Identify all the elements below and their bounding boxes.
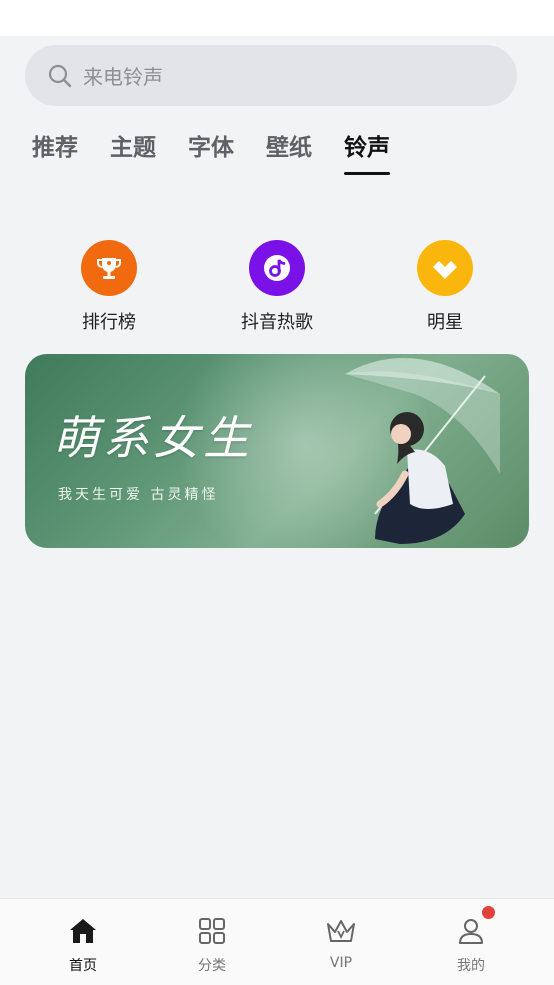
user-icon xyxy=(431,915,511,947)
shortcut-label: 明星 xyxy=(427,312,463,333)
trophy-icon xyxy=(81,240,137,296)
tab-recommend[interactable]: 推荐 xyxy=(32,126,78,180)
nav-label: 我的 xyxy=(457,958,485,974)
music-note-icon xyxy=(249,240,305,296)
status-bar xyxy=(0,0,554,36)
banner-subtitle: 我天生可爱 古灵精怪 xyxy=(58,487,219,503)
nav-vip[interactable]: VIP xyxy=(301,915,381,971)
shortcut-douyin-hits[interactable]: 抖音热歌 xyxy=(217,240,337,334)
nav-home[interactable]: 首页 xyxy=(43,915,123,975)
home-icon xyxy=(43,915,123,947)
shortcut-ranking[interactable]: 排行榜 xyxy=(49,240,169,334)
search-bar[interactable]: 来电铃声 xyxy=(25,45,517,106)
nav-category[interactable]: 分类 xyxy=(172,915,252,975)
search-input[interactable]: 来电铃声 xyxy=(83,61,163,90)
star-diamond-icon xyxy=(417,240,473,296)
shortcut-row: 排行榜 抖音热歌 明星 xyxy=(0,240,554,334)
shortcut-celebrity[interactable]: 明星 xyxy=(385,240,505,334)
notification-badge xyxy=(482,906,495,919)
tab-wallpaper[interactable]: 壁纸 xyxy=(266,126,312,180)
girl-with-umbrella-illustration xyxy=(345,358,500,544)
search-icon xyxy=(47,63,73,89)
shortcut-label: 抖音热歌 xyxy=(241,312,313,333)
nav-label: VIP xyxy=(329,955,353,971)
category-tabs: 推荐 主题 字体 壁纸 铃声 xyxy=(32,126,422,180)
banner-title: 萌系女生 xyxy=(53,411,253,465)
crown-icon xyxy=(301,915,381,947)
nav-mine[interactable]: 我的 xyxy=(431,915,511,975)
nav-label: 分类 xyxy=(198,958,226,974)
bottom-navigation: 首页 分类 VIP 我的 xyxy=(0,898,554,985)
grid-icon xyxy=(172,915,252,947)
nav-label: 首页 xyxy=(69,958,97,974)
promo-banner[interactable]: 萌系女生 我天生可爱 古灵精怪 xyxy=(25,354,529,548)
shortcut-label: 排行榜 xyxy=(82,312,136,333)
tab-ringtone[interactable]: 铃声 xyxy=(344,126,390,180)
tab-theme[interactable]: 主题 xyxy=(110,126,156,180)
tab-font[interactable]: 字体 xyxy=(188,126,234,180)
